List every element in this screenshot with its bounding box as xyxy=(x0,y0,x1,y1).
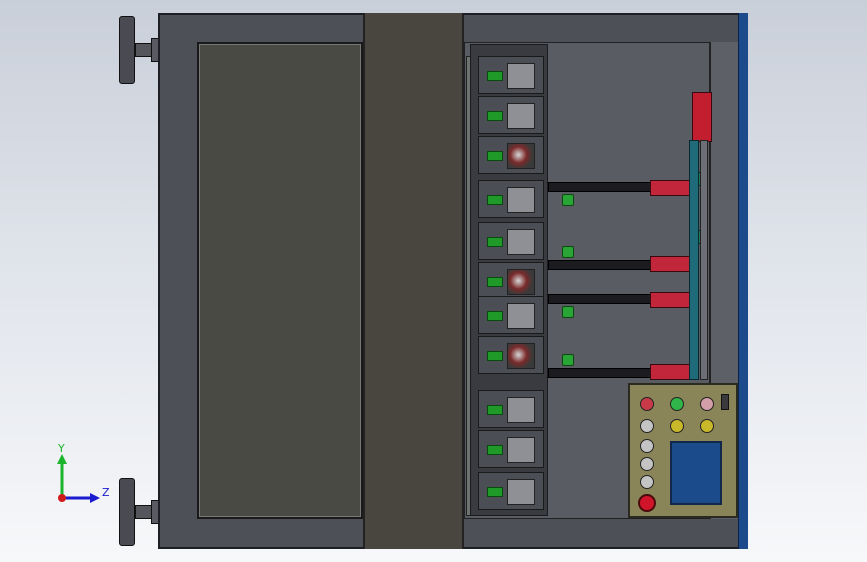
z-axis-label: Z xyxy=(102,486,110,499)
button-icon[interactable] xyxy=(640,419,654,433)
red-bracket xyxy=(692,92,712,142)
bottom-handwheel-icon xyxy=(119,478,135,546)
air-cylinder xyxy=(650,364,690,380)
sensor-icon xyxy=(487,311,503,321)
x-axis-dot xyxy=(58,494,66,502)
piston-rod xyxy=(548,368,652,378)
sensor-icon xyxy=(487,237,503,247)
button-icon[interactable] xyxy=(700,419,714,433)
emergency-stop-icon[interactable] xyxy=(638,494,656,512)
button-icon[interactable] xyxy=(640,457,654,471)
sensor-icon xyxy=(487,487,503,497)
air-cylinder xyxy=(650,180,690,196)
piston-rod xyxy=(548,182,652,192)
top-handwheel-icon xyxy=(119,16,135,84)
clamp-icon xyxy=(507,397,535,423)
left-viewing-window xyxy=(197,42,363,519)
fixture-station xyxy=(478,56,544,94)
button-icon[interactable] xyxy=(700,397,714,411)
sensor-icon xyxy=(487,351,503,361)
sensor-icon xyxy=(487,277,503,287)
button-icon[interactable] xyxy=(670,397,684,411)
air-manifold xyxy=(689,140,699,380)
fixture-station xyxy=(478,336,544,374)
fixture-station xyxy=(478,136,544,174)
center-divider-panel xyxy=(363,13,464,549)
selector-switch-icon[interactable] xyxy=(721,394,729,410)
clamp-icon xyxy=(507,103,535,129)
fixture-station xyxy=(478,472,544,510)
hmi-screen-icon[interactable] xyxy=(670,441,722,505)
sensor-icon xyxy=(487,405,503,415)
green-fitting-icon xyxy=(562,306,574,318)
clamp-icon xyxy=(507,63,535,89)
part-icon xyxy=(507,343,535,369)
fixture-station xyxy=(478,390,544,428)
air-cylinder xyxy=(650,292,690,308)
sensor-icon xyxy=(487,71,503,81)
button-icon[interactable] xyxy=(640,475,654,489)
fixture-station xyxy=(478,430,544,468)
clamp-icon xyxy=(507,437,535,463)
part-icon xyxy=(507,143,535,169)
button-icon[interactable] xyxy=(640,439,654,453)
green-fitting-icon xyxy=(562,246,574,258)
sensor-icon xyxy=(487,445,503,455)
fixture-station xyxy=(478,96,544,134)
z-axis-arrowhead xyxy=(90,493,100,503)
clamp-icon xyxy=(507,187,535,213)
y-axis-arrowhead xyxy=(57,454,67,464)
clamp-icon xyxy=(507,303,535,329)
manifold-rail xyxy=(700,140,708,380)
piston-rod xyxy=(548,260,652,270)
piston-rod xyxy=(548,294,652,304)
air-cylinder xyxy=(650,256,690,272)
clamp-icon xyxy=(507,229,535,255)
sensor-icon xyxy=(487,111,503,121)
part-icon xyxy=(507,269,535,295)
fixture-station xyxy=(478,262,544,300)
y-axis-label: Y xyxy=(58,442,65,455)
fixture-station xyxy=(478,180,544,218)
fixture-station xyxy=(478,222,544,260)
blue-side-rail xyxy=(738,13,748,549)
button-icon[interactable] xyxy=(670,419,684,433)
button-icon[interactable] xyxy=(640,397,654,411)
green-fitting-icon xyxy=(562,194,574,206)
sensor-icon xyxy=(487,195,503,205)
green-fitting-icon xyxy=(562,354,574,366)
clamp-icon xyxy=(507,479,535,505)
sensor-icon xyxy=(487,151,503,161)
fixture-station xyxy=(478,296,544,334)
